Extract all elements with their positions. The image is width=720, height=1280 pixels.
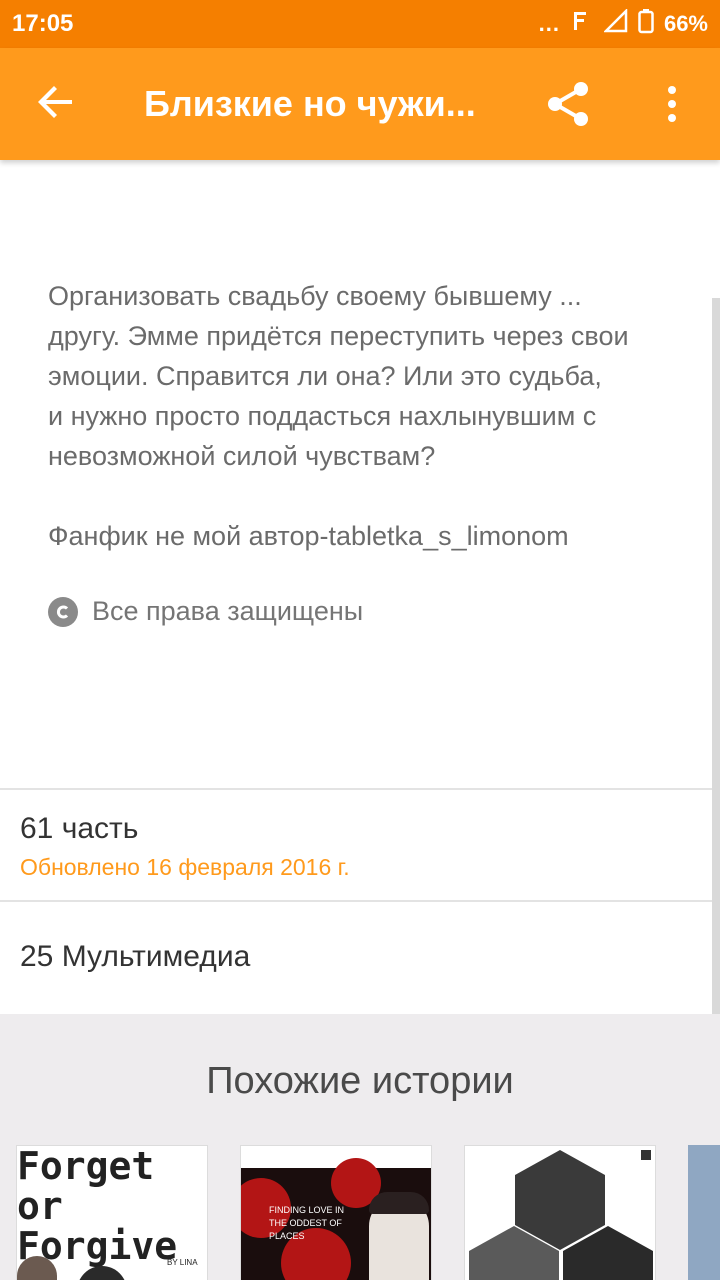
cover-figure-hair: [369, 1192, 429, 1214]
back-button[interactable]: [0, 48, 112, 160]
description-line: эмоции. Справится ли она? Или это судьба…: [48, 361, 602, 391]
parts-count: 61 часть: [20, 812, 139, 845]
divider: [0, 788, 712, 790]
cover-art: FINDING LOVE IN THE ODDEST OF PLACES: [241, 1158, 431, 1280]
story-description: Организовать свадьбу своему бывшему ... …: [48, 276, 688, 556]
copyright-notice: Все права защищены: [48, 596, 363, 627]
battery-percent: 66%: [663, 11, 708, 36]
cover-title: Forget or Forgive: [17, 1145, 178, 1268]
share-icon: [544, 80, 592, 133]
divider: [0, 900, 712, 902]
description-gap: [48, 476, 688, 516]
description-line: Организовать свадьбу своему бывшему ...: [48, 281, 582, 311]
story-cover[interactable]: [464, 1145, 656, 1280]
copyright-label: Все права защищены: [92, 596, 364, 626]
story-cover[interactable]: [688, 1145, 720, 1280]
story-title: Близкие но чужи...: [144, 83, 476, 124]
battery-icon: [638, 8, 654, 40]
parts-row[interactable]: 61 часть Обновлено 16 февраля 2016 г.: [20, 812, 350, 881]
more-vert-icon: [666, 84, 678, 129]
status-time: 17:05: [12, 10, 74, 37]
description-line: другу. Эмме придётся переступить через с…: [48, 321, 629, 351]
cover-figure: [77, 1266, 127, 1280]
cover-author: BY LINA: [167, 1258, 198, 1267]
copyright-icon: [48, 596, 78, 627]
signal-flag-icon: [570, 9, 594, 39]
description-line: невозможной силой чувствам?: [48, 441, 436, 471]
cover-title: FINDING LOVE IN THE ODDEST OF PLACES: [269, 1205, 345, 1241]
more-options-button[interactable]: [640, 74, 704, 138]
description-line: Фанфик не мой автор-tabletka_s_limonom: [48, 521, 569, 551]
share-button[interactable]: [536, 74, 600, 138]
parts-updated-date: Обновлено 16 февраля 2016 г.: [20, 854, 350, 880]
similar-stories-section: Похожие истории Forget or Forgive BY LIN…: [0, 1014, 720, 1280]
media-row[interactable]: 25 Мультимедиа: [20, 940, 250, 974]
arrow-back-icon: [36, 82, 76, 127]
story-cover[interactable]: Forget or Forgive BY LINA: [16, 1145, 208, 1280]
description-line: и нужно просто поддасться нахлынувшим с: [48, 401, 597, 431]
app-bar: Близкие но чужи...: [0, 48, 720, 160]
similar-stories-title: Похожие истории: [206, 1060, 514, 1102]
status-icons: ... 66%: [538, 7, 708, 40]
notification-dots: ...: [538, 11, 560, 36]
cover-logo: [641, 1150, 651, 1160]
story-cover[interactable]: FINDING LOVE IN THE ODDEST OF PLACES: [240, 1145, 432, 1280]
status-bar: 17:05 ... 66%: [0, 0, 720, 48]
cell-signal-icon: [602, 7, 628, 39]
